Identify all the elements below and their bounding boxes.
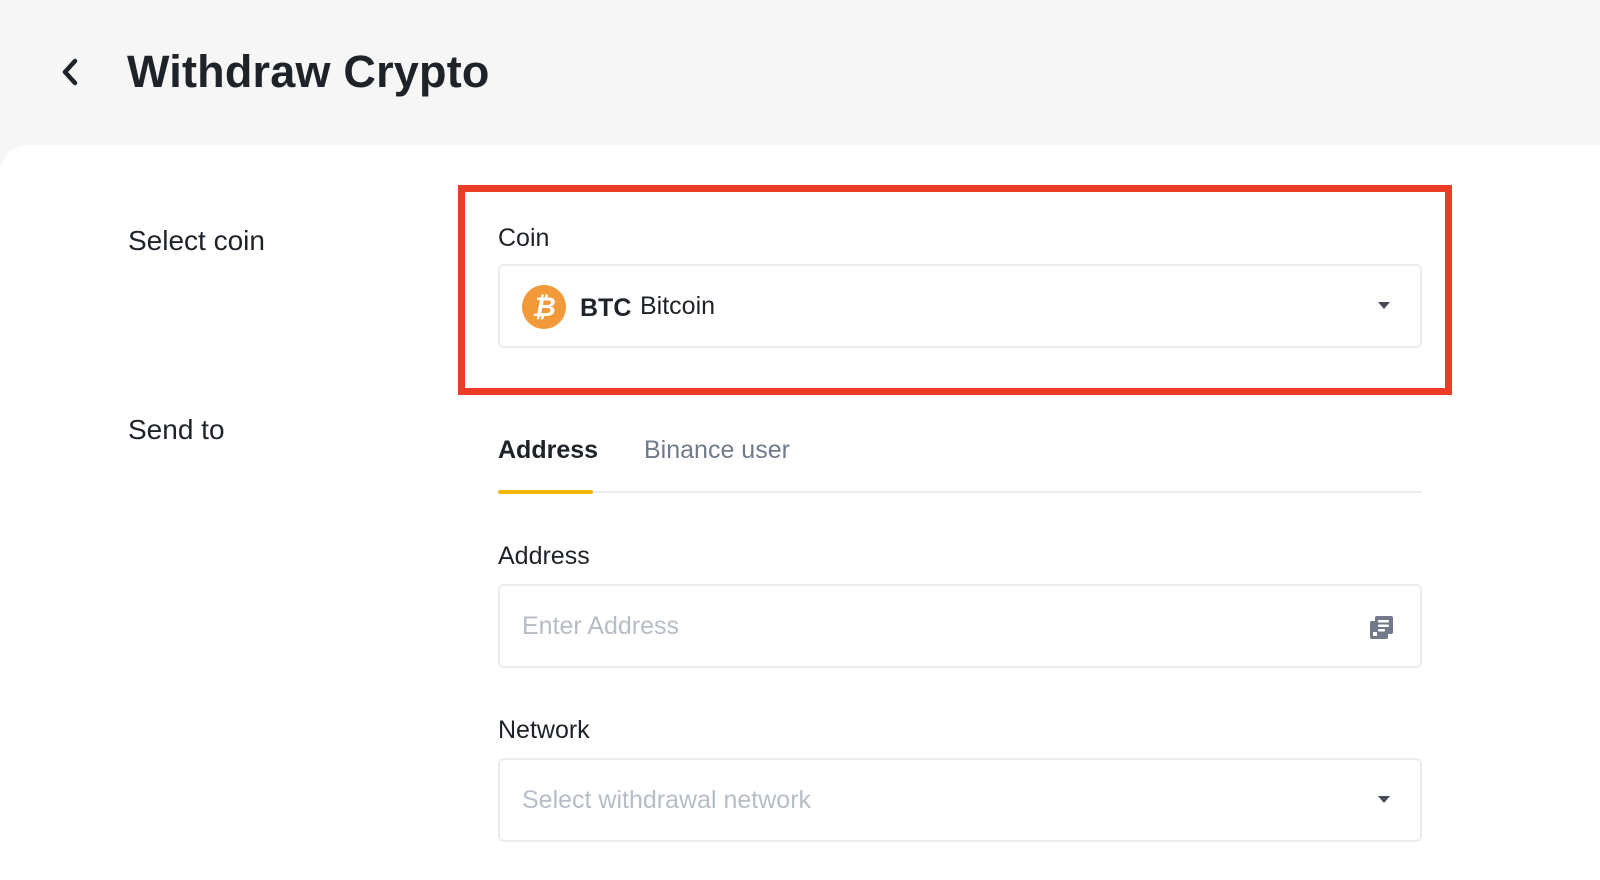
tab-binance-user[interactable]: Binance user bbox=[644, 433, 790, 467]
back-button[interactable] bbox=[50, 50, 90, 94]
network-select[interactable]: Select withdrawal network bbox=[498, 758, 1422, 842]
address-field-label: Address bbox=[498, 542, 590, 570]
coin-field-label: Coin bbox=[498, 224, 550, 252]
active-tab-indicator bbox=[498, 490, 593, 494]
network-field-label: Network bbox=[498, 716, 590, 744]
coin-name: Bitcoin bbox=[640, 292, 716, 320]
page-title: Withdraw Crypto bbox=[127, 46, 490, 97]
chevron-left-icon bbox=[62, 58, 78, 86]
tab-address[interactable]: Address bbox=[498, 433, 598, 467]
tabs-divider bbox=[498, 491, 1422, 493]
select-coin-label: Select coin bbox=[128, 225, 265, 256]
coin-select[interactable]: ₿ BTC Bitcoin bbox=[498, 264, 1422, 348]
address-book-icon[interactable] bbox=[1366, 613, 1396, 643]
coin-symbol: BTC bbox=[580, 294, 632, 322]
caret-down-icon bbox=[1378, 302, 1390, 309]
page-header: Withdraw Crypto bbox=[0, 0, 1600, 150]
address-placeholder: Enter Address bbox=[522, 612, 680, 640]
bitcoin-icon: ₿ bbox=[522, 285, 566, 329]
send-to-label: Send to bbox=[128, 414, 225, 445]
bitcoin-glyph: ₿ bbox=[532, 291, 556, 323]
network-placeholder: Select withdrawal network bbox=[522, 786, 812, 814]
caret-down-icon bbox=[1378, 796, 1390, 803]
address-input[interactable]: Enter Address bbox=[498, 584, 1422, 668]
